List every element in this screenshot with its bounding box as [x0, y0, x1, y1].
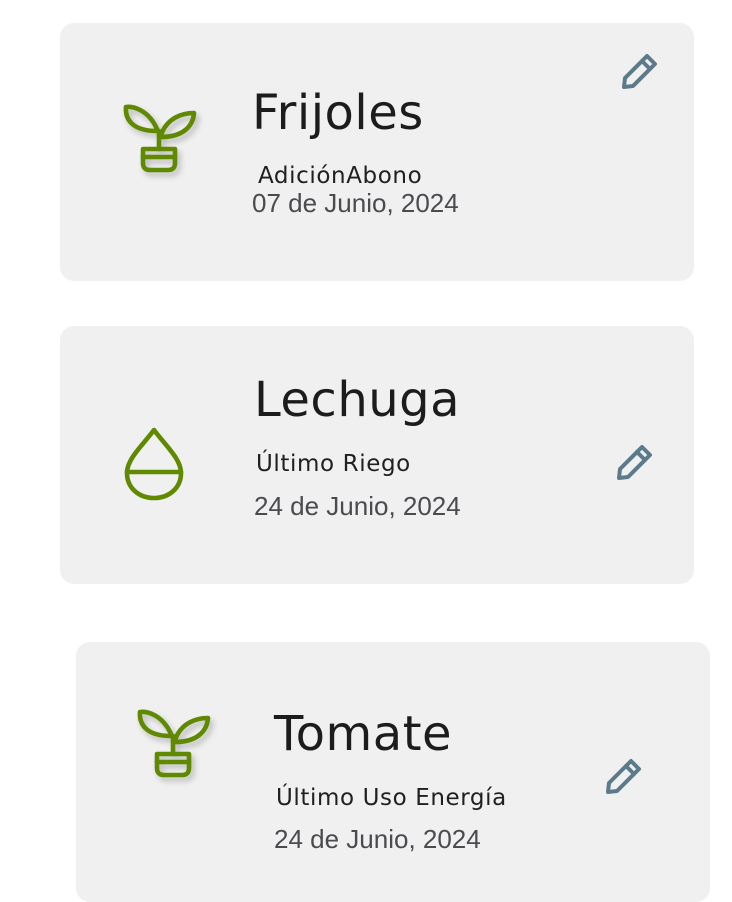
edit-button[interactable] — [613, 442, 657, 486]
edit-button[interactable] — [618, 51, 662, 95]
pencil-icon — [615, 442, 655, 486]
edit-button[interactable] — [602, 756, 646, 800]
sprout-in-pot-icon — [136, 706, 212, 782]
activity-date: 24 de Junio, 2024 — [274, 824, 481, 854]
plant-name: Lechuga — [254, 372, 461, 428]
pencil-icon — [620, 51, 660, 95]
water-drop-icon — [122, 426, 186, 502]
activity-date: 07 de Junio, 2024 — [252, 188, 459, 218]
plant-card-lechuga[interactable]: Lechuga Último Riego 24 de Junio, 2024 — [60, 326, 694, 584]
activity-label: AdiciónAbono — [258, 163, 423, 189]
activity-date: 24 de Junio, 2024 — [254, 491, 461, 521]
pencil-icon — [604, 756, 644, 800]
sprout-in-pot-icon — [122, 101, 198, 177]
plant-name: Tomate — [274, 706, 453, 762]
activity-label: Último Uso Energía — [276, 785, 507, 811]
plant-card-tomate[interactable]: Tomate Último Uso Energía 24 de Junio, 2… — [76, 642, 710, 902]
plant-name: Frijoles — [252, 85, 424, 141]
plant-card-frijoles[interactable]: Frijoles AdiciónAbono 07 de Junio, 2024 — [60, 23, 694, 281]
activity-label: Último Riego — [256, 451, 411, 477]
